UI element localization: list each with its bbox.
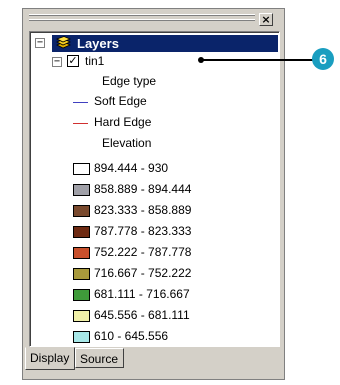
layer-name[interactable]: tin1 xyxy=(85,54,104,68)
elevation-swatch xyxy=(73,310,90,322)
elevation-range-label: 681.111 - 716.667 xyxy=(94,287,190,301)
elevation-range-label: 823.333 - 858.889 xyxy=(94,203,192,217)
close-button[interactable]: × xyxy=(259,13,273,26)
layers-label: Layers xyxy=(77,36,119,51)
callout-leader-line xyxy=(201,59,317,61)
soft-edge-label: Soft Edge xyxy=(94,94,147,108)
hard-edge-symbol xyxy=(73,123,88,124)
table-of-contents-window: × − Layers − ✓ tin1 Edge type Soft Edge … xyxy=(22,8,285,380)
elevation-swatch xyxy=(73,331,90,343)
collapse-layers-icon[interactable]: − xyxy=(35,38,45,48)
collapse-tin1-icon[interactable]: − xyxy=(52,57,62,67)
layers-icon xyxy=(55,36,71,49)
hard-edge-label: Hard Edge xyxy=(94,115,152,129)
elevation-swatch xyxy=(73,163,90,175)
elevation-range-label: 645.556 - 681.111 xyxy=(94,308,190,322)
elevation-range-label: 610 - 645.556 xyxy=(94,329,169,343)
layers-node[interactable]: Layers xyxy=(52,35,278,52)
elevation-swatch xyxy=(73,268,90,280)
elevation-swatch xyxy=(73,226,90,238)
elevation-swatch xyxy=(73,184,90,196)
tab-display[interactable]: Display xyxy=(25,347,75,370)
soft-edge-symbol xyxy=(73,102,88,103)
elevation-heading: Elevation xyxy=(102,136,152,150)
elevation-range-label: 752.222 - 787.778 xyxy=(94,245,192,259)
drag-grip[interactable] xyxy=(29,14,255,16)
elevation-range-label: 716.667 - 752.222 xyxy=(94,266,192,280)
title-bar[interactable]: × xyxy=(23,9,284,29)
elevation-range-label: 787.778 - 823.333 xyxy=(94,224,192,238)
callout-number-badge: 6 xyxy=(312,48,334,70)
edge-type-heading: Edge type xyxy=(102,74,157,88)
layer-visibility-checkbox[interactable]: ✓ xyxy=(67,55,79,67)
tab-source[interactable]: Source xyxy=(75,348,124,368)
drag-grip[interactable] xyxy=(29,19,255,21)
layer-tree-panel: − Layers − ✓ tin1 Edge type Soft Edge Ha… xyxy=(29,31,280,347)
elevation-swatch xyxy=(73,289,90,301)
elevation-swatch xyxy=(73,247,90,259)
elevation-range-label: 894.444 - 930 xyxy=(94,161,169,175)
tab-strip: Display Source xyxy=(25,347,283,372)
elevation-swatch xyxy=(73,205,90,217)
elevation-range-label: 858.889 - 894.444 xyxy=(94,182,192,196)
